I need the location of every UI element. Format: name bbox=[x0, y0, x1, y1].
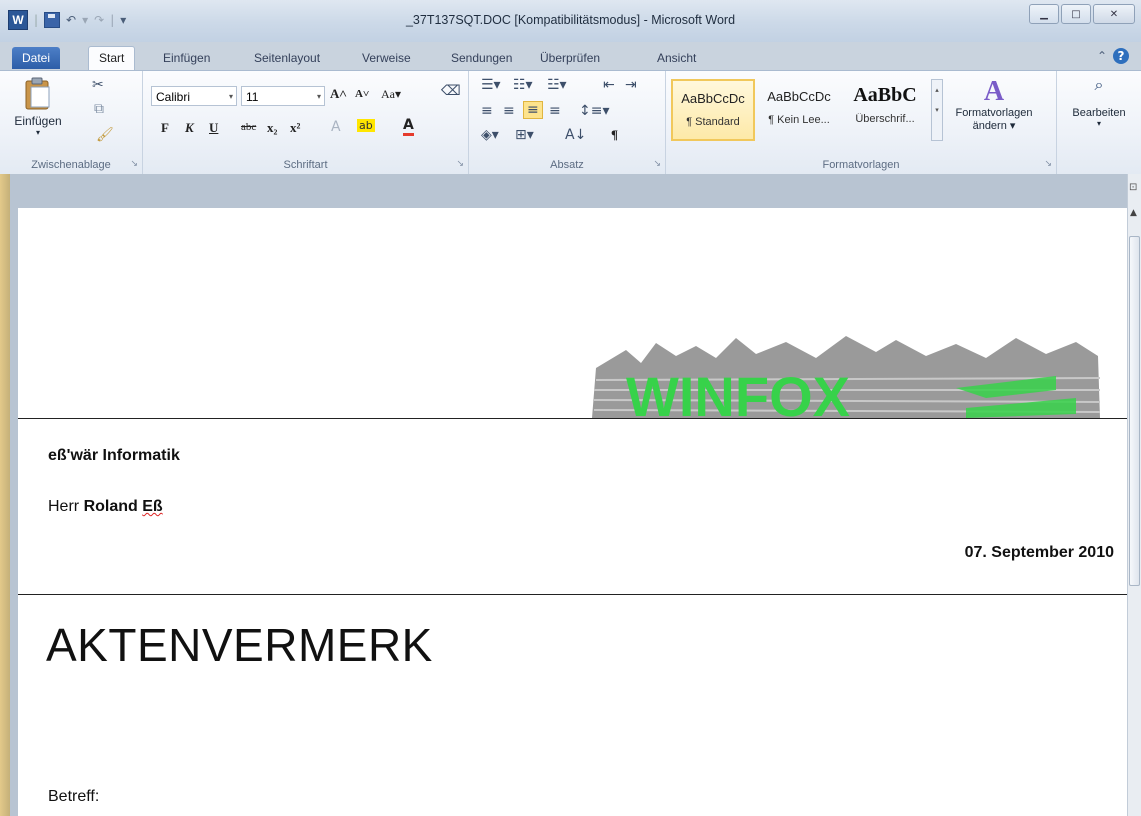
styles-group-label: Formatvorlagen bbox=[822, 159, 900, 171]
maximize-icon[interactable]: □ bbox=[1061, 4, 1091, 24]
borders-icon[interactable]: ⊞▾ bbox=[515, 127, 534, 143]
italic-button[interactable]: K bbox=[185, 120, 194, 136]
change-styles-button[interactable]: A Formatvorlagen ändern ▾ bbox=[946, 76, 1042, 133]
help-area: ⌃ ? bbox=[1097, 48, 1129, 64]
left-edge bbox=[0, 174, 10, 816]
font-group-label: Schriftart bbox=[283, 159, 328, 171]
window-title: _37T137SQT.DOC [Kompatibilitätsmodus] - … bbox=[405, 13, 736, 27]
style-gallery-scroll[interactable]: ▴ ▾ bbox=[931, 79, 943, 141]
recipient: Herr Roland Eß bbox=[48, 498, 163, 516]
close-icon[interactable]: ✕ bbox=[1093, 4, 1135, 24]
bold-button[interactable]: F bbox=[161, 120, 169, 136]
copy-icon[interactable]: ⧉ bbox=[94, 101, 104, 117]
logo-text: WINFOX bbox=[626, 365, 850, 418]
divider bbox=[18, 594, 1128, 595]
collapse-ribbon-icon[interactable]: ⌃ bbox=[1097, 49, 1107, 63]
style-standard[interactable]: AaBbCcDc ¶ Standard bbox=[671, 79, 755, 141]
paste-icon bbox=[25, 77, 50, 110]
tab-file[interactable]: Datei bbox=[12, 47, 60, 69]
style-gallery: AaBbCcDc ¶ Standard AaBbCcDc ¶ Kein Lee.… bbox=[671, 79, 931, 143]
increase-indent-icon[interactable]: ⇥ bbox=[625, 77, 637, 93]
align-center-icon[interactable]: ≡ bbox=[503, 103, 515, 119]
align-left-icon[interactable]: ≡ bbox=[481, 103, 493, 119]
ribbon: Einfügen ▾ ✂ ⧉ 🖌 Zwischenablage ↘ Calibr… bbox=[0, 70, 1141, 175]
vertical-scrollbar[interactable]: ⊡ ▲ bbox=[1127, 174, 1141, 816]
scroll-thumb[interactable] bbox=[1129, 236, 1140, 586]
document-heading: AKTENVERMERK bbox=[46, 619, 433, 671]
underline-button[interactable]: U bbox=[209, 120, 218, 136]
ribbon-tabs: Datei Start Einfügen Seitenlayout Verwei… bbox=[0, 43, 1141, 71]
tab-references[interactable]: Verweise bbox=[362, 47, 411, 69]
dialog-launcher-icon[interactable]: ↘ bbox=[1044, 159, 1052, 169]
winfox-logo: WINFOX bbox=[592, 336, 1101, 418]
line-spacing-icon[interactable]: ↕≡▾ bbox=[579, 103, 610, 119]
tab-mailings[interactable]: Sendungen bbox=[451, 47, 512, 69]
dialog-launcher-icon[interactable]: ↘ bbox=[456, 159, 464, 169]
format-painter-icon[interactable]: 🖌 bbox=[96, 127, 114, 143]
paragraph-group: ☰▾ ☷▾ ☳▾ ⇤ ⇥ ≡ ≡ ≡ ≡ ↕≡▾ ◈▾ ⊞▾ A↓ ¶ Absa… bbox=[469, 71, 666, 174]
minimize-icon[interactable]: ▁ bbox=[1029, 4, 1059, 24]
first-name: Roland bbox=[83, 498, 138, 515]
tab-start[interactable]: Start bbox=[88, 46, 136, 71]
font-family-select[interactable]: Calibri ▾ bbox=[151, 86, 237, 106]
sort-icon[interactable]: A↓ bbox=[565, 127, 586, 143]
font-size-select[interactable]: 11 ▾ bbox=[241, 86, 325, 106]
bullets-icon[interactable]: ☰▾ bbox=[481, 77, 501, 93]
cut-icon[interactable]: ✂ bbox=[92, 77, 104, 93]
grow-font-button[interactable]: A˄ bbox=[330, 86, 347, 102]
justify-icon[interactable]: ≡ bbox=[549, 103, 561, 119]
style-no-spacing[interactable]: AaBbCcDc ¶ Kein Lee... bbox=[757, 79, 841, 141]
dialog-launcher-icon[interactable]: ↘ bbox=[130, 159, 138, 169]
document-date: 07. September 2010 bbox=[964, 544, 1114, 561]
highlight-icon[interactable]: ab bbox=[357, 119, 375, 132]
binoculars-icon: ⌕ bbox=[1094, 77, 1104, 94]
edit-group: ⌕ Bearbeiten ▾ bbox=[1057, 71, 1141, 174]
font-color-icon[interactable]: A bbox=[403, 117, 414, 136]
clipboard-group: Einfügen ▾ ✂ ⧉ 🖌 Zwischenablage ↘ bbox=[0, 71, 143, 174]
subject-label: Betreff: bbox=[48, 788, 100, 805]
subscript-button[interactable]: x₂ bbox=[267, 120, 277, 136]
show-formatting-button[interactable]: ¶ bbox=[611, 127, 618, 143]
decrease-indent-icon[interactable]: ⇤ bbox=[603, 77, 615, 93]
ruler-toggle-icon[interactable]: ⊡ bbox=[1129, 182, 1137, 193]
align-right-icon[interactable]: ≡ bbox=[523, 101, 543, 119]
scroll-up-icon[interactable]: ▲ bbox=[1130, 208, 1137, 218]
change-case-button[interactable]: Aa▾ bbox=[381, 87, 401, 102]
edit-button[interactable]: ⌕ Bearbeiten ▾ bbox=[1067, 77, 1131, 128]
shading-icon[interactable]: ◈▾ bbox=[481, 127, 499, 143]
paste-button[interactable]: Einfügen ▾ bbox=[8, 77, 68, 137]
title-bar: W | ↶ ▾ ↷ | ▾ _37T137SQT.DOC [Kompatibil… bbox=[0, 0, 1141, 42]
paragraph-group-label: Absatz bbox=[550, 159, 584, 171]
multilevel-list-icon[interactable]: ☳▾ bbox=[547, 77, 567, 93]
company-name: eß'wär Informatik bbox=[48, 447, 180, 464]
paste-label: Einfügen bbox=[14, 114, 62, 128]
clipboard-group-label: Zwischenablage bbox=[31, 159, 111, 171]
help-icon[interactable]: ? bbox=[1113, 48, 1129, 64]
window-controls: ▁ □ ✕ bbox=[1029, 4, 1135, 24]
tab-review[interactable]: Überprüfen bbox=[540, 47, 600, 69]
dialog-launcher-icon[interactable]: ↘ bbox=[653, 159, 661, 169]
tab-insert[interactable]: Einfügen bbox=[163, 47, 210, 69]
last-name: Eß bbox=[142, 498, 163, 515]
change-styles-icon: A bbox=[983, 76, 1005, 107]
numbering-icon[interactable]: ☷▾ bbox=[513, 77, 533, 93]
superscript-button[interactable]: x² bbox=[290, 120, 300, 136]
document-page[interactable]: WINFOX eß'wär Informatik Herr Roland Eß … bbox=[18, 208, 1128, 816]
strikethrough-button[interactable]: abc bbox=[241, 121, 256, 133]
divider bbox=[18, 418, 1128, 419]
style-heading[interactable]: AaBbC Überschrif... bbox=[843, 79, 927, 141]
document-area: WINFOX eß'wär Informatik Herr Roland Eß … bbox=[0, 174, 1141, 816]
text-effects-icon[interactable]: A bbox=[331, 119, 341, 135]
tab-layout[interactable]: Seitenlayout bbox=[254, 47, 320, 69]
font-group: Calibri ▾ 11 ▾ A˄ A˅ Aa▾ ⌫ F K U abc x₂ x²… bbox=[143, 71, 469, 174]
salutation: Herr bbox=[48, 498, 80, 515]
tab-view[interactable]: Ansicht bbox=[657, 47, 696, 69]
clear-formatting-icon[interactable]: ⌫ bbox=[441, 83, 461, 99]
shrink-font-button[interactable]: A˅ bbox=[355, 88, 369, 100]
